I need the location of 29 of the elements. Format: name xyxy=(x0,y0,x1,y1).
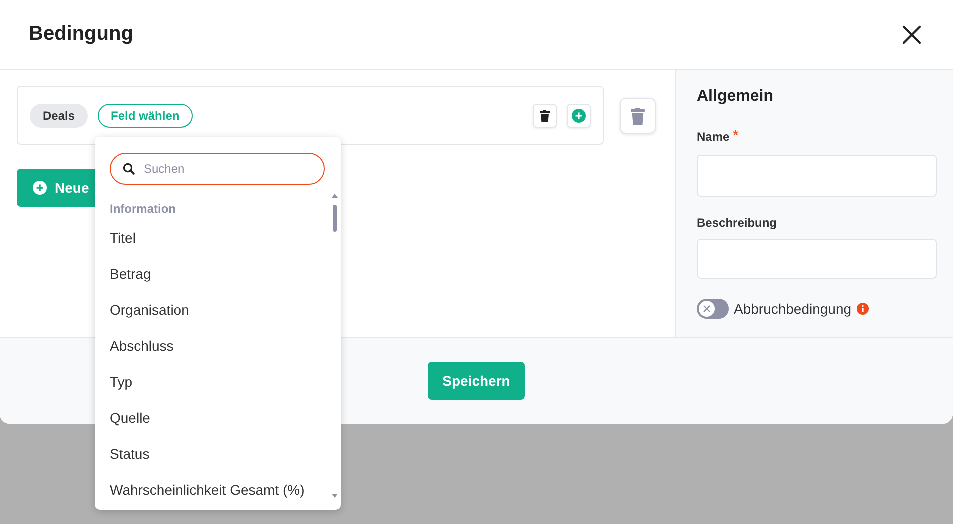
dropdown-option[interactable]: Abschluss xyxy=(95,328,335,364)
required-marker: * xyxy=(732,128,739,146)
trash-icon xyxy=(540,110,550,122)
dialog-title: Bedingung xyxy=(29,23,134,46)
toggle-label: Abbruchbedingung xyxy=(734,301,852,317)
plus-circle-icon xyxy=(33,181,47,195)
dropdown-option[interactable]: Titel xyxy=(95,220,335,256)
info-icon xyxy=(856,303,869,315)
dropdown-option[interactable]: Organisation xyxy=(95,292,335,328)
input-field[interactable] xyxy=(697,239,937,279)
delete-button[interactable] xyxy=(533,104,557,128)
input-field[interactable] xyxy=(697,155,937,197)
plus-circle-icon xyxy=(572,108,586,122)
dropdown-option[interactable]: Quelle xyxy=(95,400,335,436)
close-button[interactable] xyxy=(901,24,923,46)
dropdown-option[interactable]: Wahrscheinlichkeit Gesamt (%) xyxy=(95,472,335,508)
x-icon xyxy=(703,305,711,313)
search-field[interactable]: Suchen xyxy=(110,153,325,185)
search-icon xyxy=(123,163,135,175)
toggle-switch[interactable] xyxy=(697,299,729,319)
trash-icon xyxy=(631,108,645,124)
field-label: Name xyxy=(697,130,730,144)
field-label: Beschreibung xyxy=(697,216,778,230)
entity-tag: Deals xyxy=(30,104,88,128)
panel-title: Allgemein xyxy=(697,88,774,106)
add-button[interactable] xyxy=(567,104,591,128)
dropdown-option[interactable]: Status xyxy=(95,436,335,472)
dropdown-option[interactable]: Betrag xyxy=(95,256,335,292)
dropdown-option[interactable]: Typ xyxy=(95,364,335,400)
